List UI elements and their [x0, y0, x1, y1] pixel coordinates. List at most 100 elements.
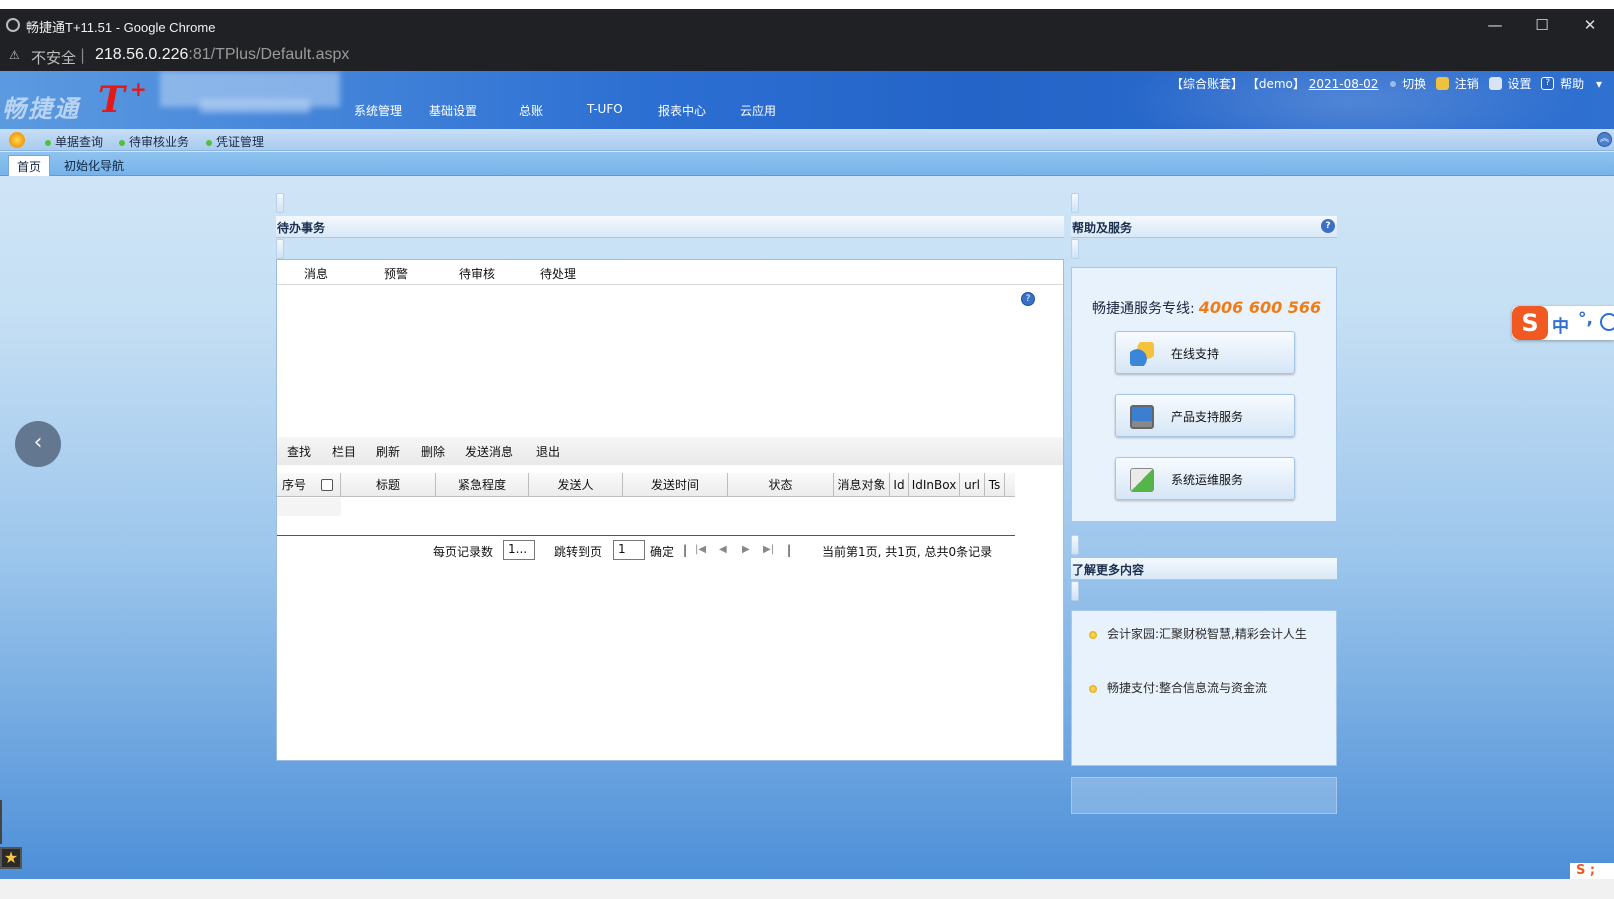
- first-page-icon[interactable]: |◀: [695, 545, 707, 555]
- green-dot-icon: [119, 139, 125, 146]
- help-link[interactable]: 帮助: [1560, 75, 1584, 92]
- quick-item-pending-review[interactable]: 待审核业务: [119, 133, 189, 150]
- col-message-target[interactable]: 消息对象: [834, 473, 890, 497]
- last-page-icon[interactable]: ▶|: [763, 545, 775, 555]
- col-urgency[interactable]: 紧急程度: [436, 473, 529, 497]
- find-button[interactable]: 查找: [287, 443, 311, 460]
- star-icon[interactable]: ★: [0, 847, 22, 869]
- chrome-page-icon: [6, 18, 20, 32]
- exit-button[interactable]: 退出: [536, 443, 560, 460]
- ime-toolbar[interactable]: S 中 °,: [1512, 306, 1614, 340]
- confirm-button[interactable]: 确定: [650, 543, 674, 560]
- col-sender[interactable]: 发送人: [529, 473, 623, 497]
- online-support-button[interactable]: 在线支持: [1115, 331, 1295, 374]
- hotline: 畅捷通服务专线: 4006 600 566: [1092, 298, 1321, 318]
- sogou-mini-icon[interactable]: S ;: [1570, 863, 1614, 879]
- todo-tabs: 消息 预警 待审核 待处理: [277, 260, 1063, 285]
- nav-basic-settings[interactable]: 基础设置: [429, 102, 477, 119]
- back-arrow-button[interactable]: ‹: [15, 421, 61, 467]
- nav-system-management[interactable]: 系统管理: [354, 102, 402, 119]
- nav-general-ledger[interactable]: 总账: [519, 102, 543, 119]
- todo-tab-messages[interactable]: 消息: [304, 265, 328, 282]
- empty-panel: [1071, 777, 1337, 814]
- goto-page-input[interactable]: 1: [613, 540, 645, 560]
- grid-header: 序号 标题 紧急程度 发送人 发送时间 状态 消息对象 Id IdInBox u…: [277, 473, 1015, 497]
- col-send-time[interactable]: 发送时间: [623, 473, 728, 497]
- select-all-checkbox[interactable]: [321, 479, 333, 491]
- sogou-logo-icon[interactable]: S: [1512, 306, 1548, 340]
- tab-init-nav[interactable]: 初始化导航: [56, 155, 132, 176]
- col-url[interactable]: url: [960, 473, 985, 497]
- address-bar[interactable]: ⚠ 不安全 | 218.56.0.226:81/TPlus/Default.as…: [0, 41, 1614, 71]
- address-separator: |: [80, 46, 86, 64]
- bullet-icon: [1089, 630, 1097, 639]
- col-id[interactable]: Id: [890, 473, 909, 497]
- per-page-input[interactable]: 1...: [503, 540, 535, 560]
- ops-service-icon: [1130, 468, 1154, 492]
- logout-link[interactable]: 注销: [1455, 75, 1479, 92]
- system-ops-button[interactable]: 系统运维服务: [1115, 457, 1295, 500]
- more-link-chanjet-pay[interactable]: 畅捷支付:整合信息流与资金流: [1087, 677, 1327, 699]
- settings-link[interactable]: 设置: [1507, 75, 1531, 92]
- panel-tick: [1071, 193, 1079, 213]
- per-page-label: 每页记录数: [433, 545, 494, 559]
- sun-icon[interactable]: [9, 132, 25, 148]
- tab-home[interactable]: 首页: [8, 155, 51, 176]
- quick-item-voucher-query[interactable]: 单据查询: [45, 133, 103, 150]
- more-panel-title: 了解更多内容: [1071, 558, 1337, 580]
- nav-report-center[interactable]: 报表中心: [658, 102, 706, 119]
- more-link-accounting-home[interactable]: 会计家园:汇聚财税智慧,精彩会计人生: [1087, 623, 1327, 645]
- side-handle: [0, 800, 2, 844]
- collapse-up-icon[interactable]: ︽: [1597, 132, 1612, 147]
- todo-tab-alerts[interactable]: 预警: [384, 265, 408, 282]
- quick-bar: 单据查询 待审核业务 凭证管理 ︽: [0, 129, 1614, 151]
- quick-item-voucher-management[interactable]: 凭证管理: [206, 133, 264, 150]
- nav-cloud-apps[interactable]: 云应用: [740, 102, 776, 119]
- more-panel: 会计家园:汇聚财税智慧,精彩会计人生 畅捷支付:整合信息流与资金流: [1071, 610, 1337, 766]
- hotline-label: 畅捷通服务专线:: [1092, 301, 1195, 317]
- todo-panel-title: 待办事务: [276, 216, 1064, 238]
- panel-tick: [276, 239, 284, 259]
- next-page-icon[interactable]: ▶: [742, 545, 754, 555]
- insecure-label[interactable]: 不安全: [31, 47, 76, 68]
- chevron-down-icon[interactable]: ▾: [1596, 77, 1602, 91]
- message-grid: 序号 标题 紧急程度 发送人 发送时间 状态 消息对象 Id IdInBox u…: [277, 473, 1015, 561]
- ime-punctuation-toggle[interactable]: °,: [1578, 309, 1593, 329]
- minimize-button[interactable]: —: [1480, 13, 1510, 37]
- browser-titlebar: 畅捷通T+11.51 - Google Chrome — ☐ ✕: [0, 9, 1614, 41]
- col-ts[interactable]: Ts: [985, 473, 1005, 497]
- date-link[interactable]: 2021-08-02: [1309, 77, 1379, 91]
- panel-tick: [1071, 581, 1079, 601]
- switch-link[interactable]: 切换: [1402, 75, 1426, 92]
- prev-page-icon[interactable]: ◀: [719, 545, 731, 555]
- panel-tick: [276, 193, 284, 213]
- help-panel-title-text: 帮助及服务: [1072, 221, 1133, 235]
- help-icon[interactable]: ?: [1021, 292, 1035, 306]
- service-label: 在线支持: [1171, 347, 1220, 361]
- service-label: 系统运维服务: [1171, 473, 1244, 487]
- more-link-text: 畅捷支付:整合信息流与资金流: [1107, 681, 1268, 695]
- window-title: 畅捷通T+11.51 - Google Chrome: [26, 20, 216, 35]
- refresh-button[interactable]: 刷新: [376, 443, 400, 460]
- product-support-button[interactable]: 产品支持服务: [1115, 394, 1295, 437]
- columns-button[interactable]: 栏目: [332, 443, 356, 460]
- send-message-button[interactable]: 发送消息: [465, 443, 513, 460]
- col-status[interactable]: 状态: [728, 473, 834, 497]
- top-strip: [0, 0, 1614, 9]
- col-id-in-box[interactable]: IdInBox: [909, 473, 960, 497]
- col-title[interactable]: 标题: [341, 473, 436, 497]
- url-text[interactable]: 218.56.0.226:81/TPlus/Default.aspx: [95, 46, 349, 64]
- emoji-icon[interactable]: [1600, 313, 1614, 331]
- help-icon[interactable]: ?: [1321, 219, 1335, 233]
- delete-button[interactable]: 删除: [421, 443, 445, 460]
- maximize-button[interactable]: ☐: [1527, 13, 1557, 37]
- todo-tab-pending-process[interactable]: 待处理: [540, 265, 576, 282]
- warning-icon[interactable]: ⚠: [9, 48, 20, 62]
- ime-language-toggle[interactable]: 中: [1552, 312, 1569, 337]
- nav-t-ufo[interactable]: T-UFO: [587, 102, 623, 116]
- quick-item-label: 待审核业务: [129, 135, 190, 149]
- bottom-strip: [0, 879, 1614, 899]
- col-index-label: 序号: [282, 478, 307, 492]
- close-button[interactable]: ✕: [1575, 13, 1605, 37]
- todo-tab-pending-review[interactable]: 待审核: [459, 265, 495, 282]
